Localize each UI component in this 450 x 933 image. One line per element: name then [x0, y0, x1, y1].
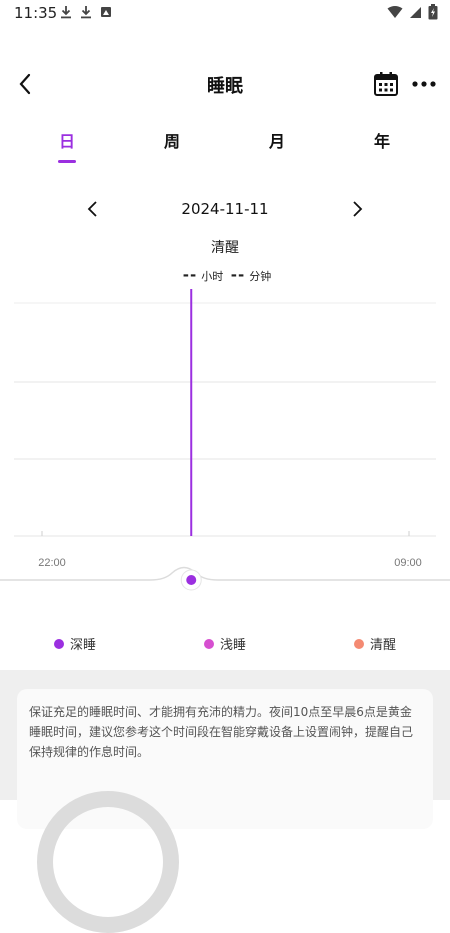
tab-week[interactable]: 周	[142, 128, 202, 152]
legend-label: 浅睡	[220, 638, 247, 653]
download-icon	[81, 6, 91, 19]
tab-day[interactable]: 日	[37, 128, 97, 152]
calendar-icon	[374, 72, 398, 96]
sleep-chart-canvas: 22:00 09:00	[0, 289, 450, 591]
download-icon	[61, 6, 71, 19]
legend-awake: 清醒	[354, 634, 396, 653]
more-button[interactable]	[410, 72, 438, 96]
chart-legend: 深睡 浅睡 清醒	[0, 634, 450, 654]
tab-month[interactable]: 月	[247, 128, 307, 152]
legend-deep-sleep: 深睡	[54, 634, 96, 653]
chevron-right-icon	[353, 201, 363, 217]
sleep-tips-section: 保证充足的睡眠时间、才能拥有充沛的精力。夜间10点至早晨6点是黄金睡眠时间，建议…	[0, 670, 450, 933]
wifi-icon	[387, 6, 403, 18]
active-tab-indicator	[58, 160, 76, 163]
current-date[interactable]: 2024-11-11	[0, 200, 450, 218]
sleep-score-ring	[37, 791, 179, 933]
tip-text: 保证充足的睡眠时间、才能拥有充沛的精力。夜间10点至早晨6点是黄金睡眠时间，建议…	[29, 705, 414, 759]
notification-icons	[60, 5, 112, 19]
tab-year[interactable]: 年	[352, 128, 412, 152]
slider-track	[0, 566, 450, 581]
period-tabs: 日 周 月 年	[0, 124, 450, 168]
next-date-button[interactable]	[346, 198, 368, 220]
system-icons	[387, 4, 438, 20]
sleep-state-label: 清醒	[211, 240, 239, 256]
more-dots-icon	[412, 81, 436, 87]
signal-icon	[410, 7, 421, 18]
date-navigator: 2024-11-11	[0, 194, 450, 226]
time-slider-handle[interactable]	[180, 569, 202, 591]
status-time: 11:35	[14, 4, 58, 22]
battery-charging-icon	[428, 4, 438, 20]
top-app-bar: 睡眠	[0, 62, 450, 106]
tip-card: 保证充足的睡眠时间、才能拥有充沛的精力。夜间10点至早晨6点是黄金睡眠时间，建议…	[17, 689, 433, 933]
legend-label: 深睡	[70, 638, 97, 653]
image-icon	[101, 7, 111, 17]
status-bar: 11:35	[0, 0, 450, 26]
legend-light-sleep: 浅睡	[204, 634, 246, 653]
legend-dot	[54, 638, 64, 649]
legend-label: 清醒	[370, 638, 397, 653]
calendar-button[interactable]	[373, 71, 399, 97]
sleep-chart: 22:00 09:00	[0, 280, 450, 610]
x-axis-end-label: 09:00	[394, 557, 422, 569]
legend-dot	[354, 638, 364, 649]
x-axis-start-label: 22:00	[38, 557, 66, 569]
legend-dot	[204, 638, 214, 649]
